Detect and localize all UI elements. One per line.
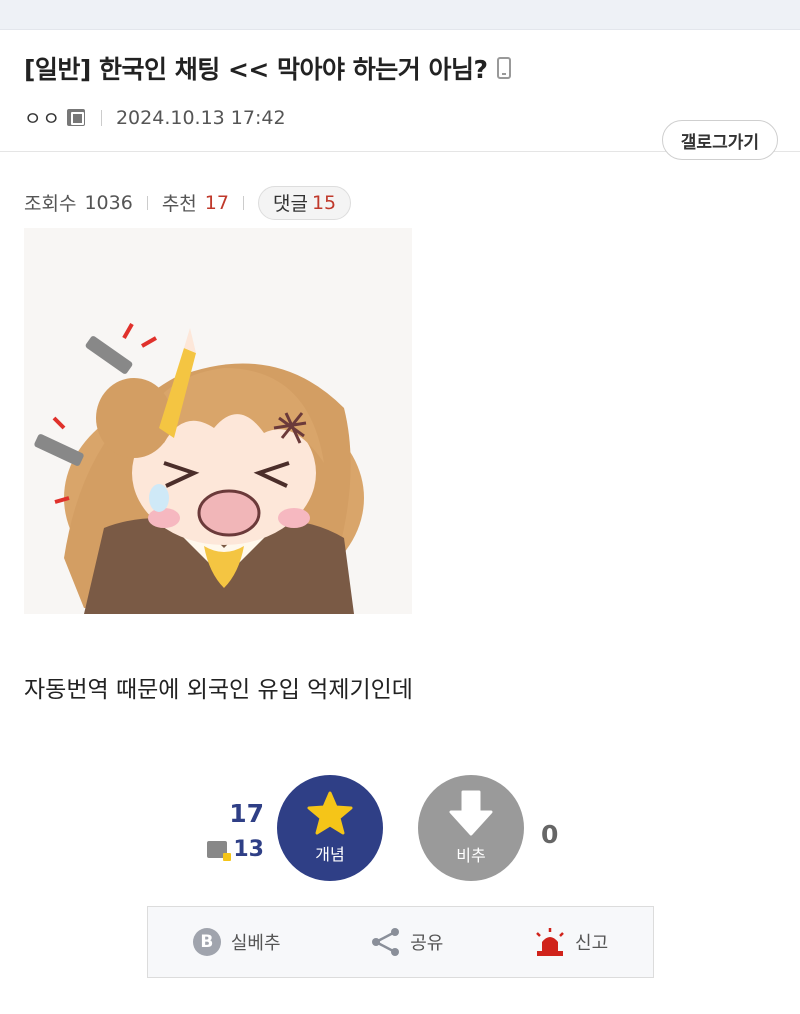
crying-anime-girl-sticker (34, 323, 364, 614)
post-stats: 조회수 1036 추천 17 댓글 15 (0, 152, 800, 228)
post-title-row: [일반] 한국인 채팅 << 막아야 하는거 아님? (24, 50, 778, 86)
gallog-button[interactable]: 갤로그가기 (661, 120, 778, 160)
best-recommend-button[interactable]: B 실베추 (192, 928, 281, 956)
downvote-label: 비추 (456, 846, 486, 865)
post-title: [일반] 한국인 채팅 << 막아야 하는거 아님? (24, 55, 488, 84)
star-icon (307, 791, 353, 835)
upvote-label: 개념 (315, 845, 345, 864)
arrow-down-icon (449, 790, 493, 836)
divider (146, 195, 148, 210)
post-date: 2024.10.13 17:42 (115, 106, 286, 129)
vote-area: 17 13 개념 비추 0 (0, 775, 800, 885)
fixed-upvote-count: 13 (233, 837, 264, 862)
author-name[interactable]: ㅇㅇ (24, 104, 61, 131)
recommend-count: 17 (204, 191, 229, 214)
best-b-icon: B (192, 928, 221, 956)
share-icon (372, 928, 400, 956)
recommend-label: 추천 (161, 193, 197, 215)
mobile-icon (497, 57, 512, 79)
upvote-button[interactable]: 개념 (277, 775, 383, 881)
post-actions-bar: B 실베추 공유 신고 (147, 906, 654, 978)
report-button[interactable]: 신고 (533, 927, 608, 957)
views-label: 조회수 (24, 193, 77, 215)
best-recommend-label: 실베추 (230, 933, 281, 954)
top-bar (0, 0, 800, 30)
downvote-count: 0 (541, 820, 559, 849)
share-button[interactable]: 공유 (370, 927, 443, 957)
share-label: 공유 (410, 933, 444, 954)
upvote-count: 17 (229, 799, 264, 828)
post-sticker-image (24, 228, 412, 614)
divider (242, 195, 244, 210)
fluid-user-icon (66, 109, 85, 126)
divider (100, 109, 102, 126)
post-header: [일반] 한국인 채팅 << 막아야 하는거 아님? ㅇㅇ 2024.10.13… (0, 30, 800, 160)
fixed-upvote-count-row: 13 (200, 837, 264, 862)
comments-label: 댓글 (272, 193, 308, 215)
siren-icon (536, 928, 564, 956)
fixed-user-icon (207, 841, 232, 861)
views-count: 1036 (84, 191, 133, 214)
report-label: 신고 (575, 933, 609, 954)
post-meta: ㅇㅇ 2024.10.13 17:42 (24, 104, 778, 131)
downvote-button[interactable]: 비추 (418, 775, 524, 881)
comments-button[interactable]: 댓글 15 (257, 185, 352, 220)
post-body-text: 자동번역 때문에 외국인 유입 억제기인데 (24, 677, 413, 703)
comments-count: 15 (311, 191, 337, 214)
